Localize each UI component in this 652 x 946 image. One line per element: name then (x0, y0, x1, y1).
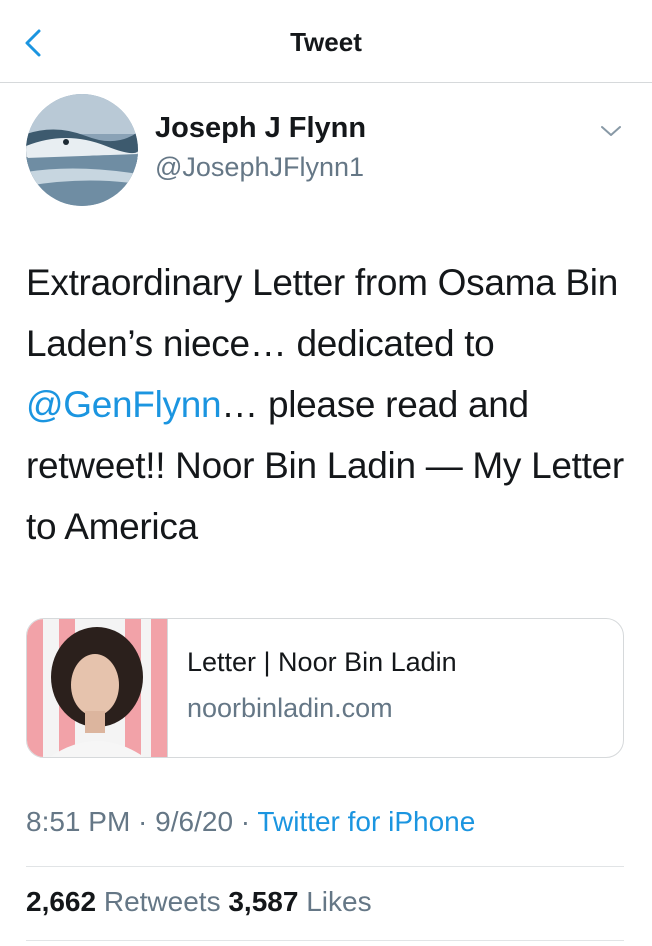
page-title: Tweet (290, 27, 362, 57)
likes-label: Likes (306, 886, 372, 917)
chevron-down-icon (601, 126, 621, 136)
card-title: Letter | Noor Bin Ladin (187, 647, 457, 677)
engagement-stats: 2,662 Retweets 3,587 Likes (26, 886, 372, 918)
retweets-stat[interactable]: 2,662 Retweets (26, 886, 221, 917)
surf-photo (26, 94, 138, 206)
divider (26, 940, 624, 941)
likes-stat[interactable]: 3,587 Likes (228, 886, 371, 917)
tweet-text-part-1: Extraordinary Letter from Osama Bin Lade… (26, 262, 628, 364)
author-handle[interactable]: @JosephJFlynn1 (155, 152, 364, 183)
retweets-label: Retweets (103, 886, 221, 917)
meta-separator: · (130, 806, 156, 837)
avatar[interactable] (26, 94, 138, 206)
likes-count: 3,587 (228, 886, 299, 917)
meta-separator: · (233, 806, 258, 837)
link-card[interactable]: Letter | Noor Bin Ladin noorbinladin.com (26, 618, 624, 758)
tweet-text: Extraordinary Letter from Osama Bin Lade… (26, 252, 636, 557)
navigation-bar: Tweet (0, 0, 652, 83)
divider (26, 866, 624, 867)
tweet-time: 8:51 PM (26, 806, 131, 837)
tweet-metadata: 8:51 PM · 9/6/20 · Twitter for iPhone (26, 806, 475, 838)
card-thumbnail (27, 619, 168, 757)
mention-link[interactable]: @GenFlynn (26, 384, 222, 425)
more-options-button[interactable] (596, 120, 626, 142)
card-domain: noorbinladin.com (187, 693, 393, 723)
tweet-date: 9/6/20 (155, 806, 234, 837)
author-name[interactable]: Joseph J Flynn (155, 112, 366, 145)
portrait-image (27, 619, 167, 757)
tweet-source-link[interactable]: Twitter for iPhone (257, 806, 475, 837)
retweets-count: 2,662 (26, 886, 97, 917)
